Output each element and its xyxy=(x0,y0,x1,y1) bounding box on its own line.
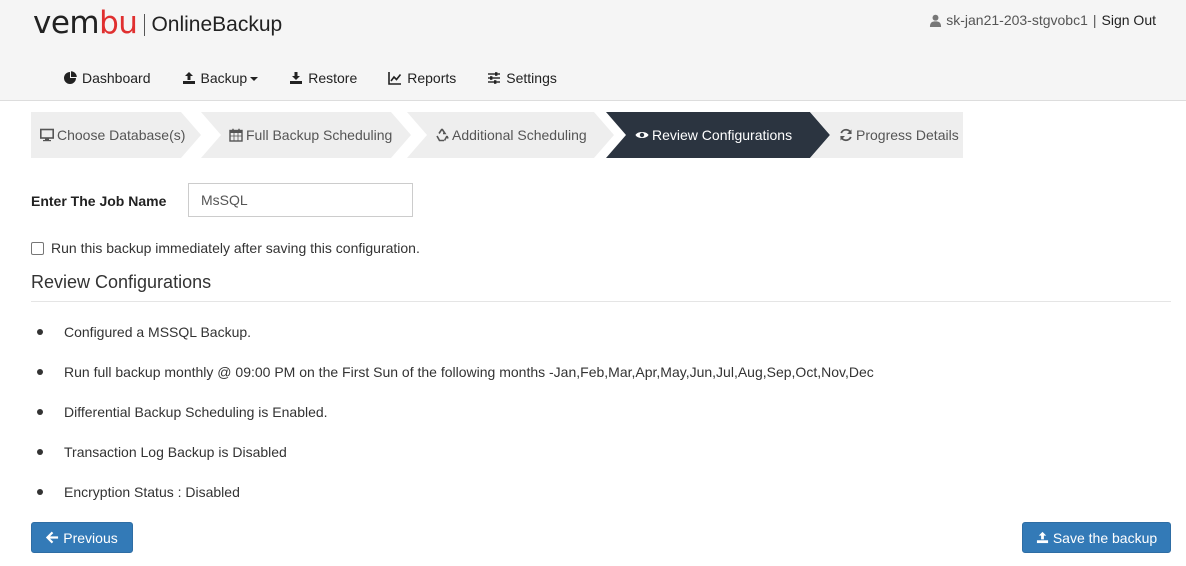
pie-chart-icon xyxy=(64,71,77,84)
nav-backup-label: Backup xyxy=(200,70,248,86)
list-item-text: Transaction Log Backup is Disabled xyxy=(64,444,287,460)
bullet-icon xyxy=(37,369,43,375)
nav-dashboard-label: Dashboard xyxy=(82,70,151,86)
nav-settings[interactable]: Settings xyxy=(487,70,557,86)
step-label: Full Backup Scheduling xyxy=(246,127,393,143)
caret-down-icon xyxy=(250,77,259,81)
nav-dashboard[interactable]: Dashboard xyxy=(63,70,151,86)
section-divider xyxy=(31,301,1171,302)
list-item: Transaction Log Backup is Disabled xyxy=(31,442,874,482)
refresh-icon xyxy=(840,128,852,142)
upload-icon xyxy=(1036,531,1048,544)
calendar-icon xyxy=(229,128,243,142)
line-chart-icon xyxy=(388,72,402,85)
bullet-icon xyxy=(37,409,43,415)
download-icon xyxy=(290,72,303,84)
job-name-input[interactable] xyxy=(188,183,413,217)
review-list: Configured a MSSQL Backup. Run full back… xyxy=(31,322,874,522)
previous-button[interactable]: Previous xyxy=(31,522,133,553)
logo-divider xyxy=(144,14,146,36)
nav-reports-label: Reports xyxy=(407,70,457,86)
nav-reports[interactable]: Reports xyxy=(388,70,456,86)
step-label: Progress Details xyxy=(856,127,959,143)
recycle-icon xyxy=(435,128,449,142)
nav-settings-label: Settings xyxy=(506,70,557,86)
sliders-icon xyxy=(488,72,501,84)
nav-backup[interactable]: Backup xyxy=(182,70,259,86)
sign-out-link[interactable]: Sign Out xyxy=(1102,12,1156,28)
save-backup-button[interactable]: Save the backup xyxy=(1022,522,1171,553)
run-immediately-row[interactable]: Run this backup immediately after saving… xyxy=(31,240,420,256)
user-separator: | xyxy=(1092,12,1097,28)
step-label: Choose Database(s) xyxy=(57,127,186,143)
monitor-icon xyxy=(40,128,54,142)
product-name: OnlineBackup xyxy=(151,13,283,36)
list-item-text: Encryption Status : Disabled xyxy=(64,484,240,500)
step-label: Additional Scheduling xyxy=(452,127,587,143)
bullet-icon xyxy=(37,449,43,455)
list-item-text: Differential Backup Scheduling is Enable… xyxy=(64,404,328,420)
job-name-label: Enter The Job Name xyxy=(31,193,167,209)
step-review-configurations[interactable]: Review Configurations xyxy=(606,112,830,158)
arrow-left-icon xyxy=(46,531,59,544)
step-choose-databases[interactable]: Choose Database(s) xyxy=(31,112,201,158)
list-item: Configured a MSSQL Backup. xyxy=(31,322,874,362)
bullet-icon xyxy=(37,329,43,335)
step-additional-scheduling[interactable]: Additional Scheduling xyxy=(407,112,614,158)
username: sk-jan21-203-stgvobc1 xyxy=(946,12,1088,28)
vembu-logo[interactable]: vembu OnlineBackup xyxy=(33,6,282,40)
review-section-title: Review Configurations xyxy=(31,272,212,292)
bullet-icon xyxy=(37,489,43,495)
app-header: vembu OnlineBackup sk-jan21-203-stgvobc1… xyxy=(0,0,1186,101)
main-nav: Dashboard Backup Restore Reports Setting… xyxy=(63,70,588,86)
upload-icon xyxy=(182,72,195,84)
nav-restore-label: Restore xyxy=(308,70,358,86)
logo-wordmark: vembu xyxy=(33,5,138,41)
previous-button-label: Previous xyxy=(63,529,118,546)
eye-icon xyxy=(635,128,649,142)
nav-restore[interactable]: Restore xyxy=(289,70,357,86)
user-icon xyxy=(930,14,942,27)
run-immediately-label[interactable]: Run this backup immediately after saving… xyxy=(51,240,420,256)
step-label: Review Configurations xyxy=(652,127,793,143)
user-area: sk-jan21-203-stgvobc1 | Sign Out xyxy=(929,12,1156,28)
run-immediately-checkbox[interactable] xyxy=(31,241,44,255)
step-progress-details[interactable]: Progress Details xyxy=(810,112,963,158)
list-item-text: Configured a MSSQL Backup. xyxy=(64,324,252,340)
list-item: Encryption Status : Disabled xyxy=(31,482,874,522)
list-item: Run full backup monthly @ 09:00 PM on th… xyxy=(31,362,874,402)
save-button-label: Save the backup xyxy=(1052,529,1158,546)
step-full-backup-scheduling[interactable]: Full Backup Scheduling xyxy=(201,112,411,158)
list-item: Differential Backup Scheduling is Enable… xyxy=(31,402,874,442)
list-item-text: Run full backup monthly @ 09:00 PM on th… xyxy=(64,364,874,380)
